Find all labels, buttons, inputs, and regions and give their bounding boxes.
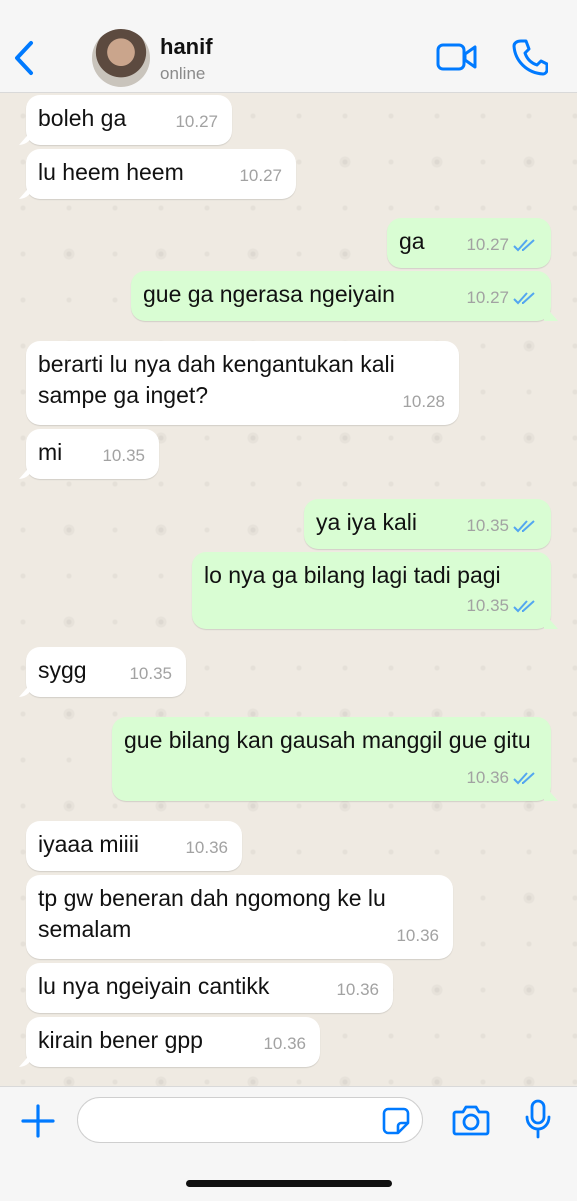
message-outgoing[interactable]: gue bilang kan gausah manggil gue gitu 1… bbox=[112, 717, 551, 801]
double-check-icon bbox=[513, 238, 535, 251]
message-outgoing[interactable]: gue ga ngerasa ngeiyain 10.27 bbox=[131, 271, 551, 321]
double-check-icon bbox=[513, 771, 535, 784]
camera-icon bbox=[452, 1105, 490, 1136]
message-time: 10.35 bbox=[466, 510, 537, 541]
time-label: 10.36 bbox=[396, 926, 439, 945]
message-outgoing[interactable]: ga 10.27 bbox=[387, 218, 551, 268]
microphone-button[interactable] bbox=[524, 1099, 552, 1139]
time-label: 10.35 bbox=[102, 446, 145, 465]
message-text: boleh ga bbox=[38, 105, 127, 131]
avatar[interactable] bbox=[92, 29, 150, 87]
message-text: ya iya kali bbox=[316, 509, 417, 535]
double-check-icon bbox=[513, 519, 535, 532]
message-time: 10.36 bbox=[263, 1028, 306, 1059]
message-incoming[interactable]: sygg 10.35 bbox=[26, 647, 186, 697]
message-time: 10.27 bbox=[175, 106, 218, 137]
message-time: 10.35 bbox=[129, 658, 172, 689]
time-label: 10.27 bbox=[466, 235, 509, 254]
message-text: kirain bener gpp bbox=[38, 1027, 203, 1053]
attach-button[interactable] bbox=[20, 1103, 56, 1139]
message-incoming[interactable]: berarti lu nya dah kengantukan kali samp… bbox=[26, 341, 459, 425]
message-text: lu heem heem bbox=[38, 159, 184, 185]
contact-name[interactable]: hanif bbox=[160, 34, 213, 60]
time-label: 10.35 bbox=[466, 516, 509, 535]
time-label: 10.36 bbox=[263, 1034, 306, 1053]
time-label: 10.35 bbox=[129, 664, 172, 683]
message-text: sygg bbox=[38, 657, 87, 683]
message-time: 10.28 bbox=[402, 386, 445, 417]
message-text: iyaaa miiii bbox=[38, 831, 139, 857]
message-incoming[interactable]: kirain bener gpp 10.36 bbox=[26, 1017, 320, 1067]
message-time: 10.27 bbox=[239, 160, 282, 191]
message-input[interactable] bbox=[77, 1097, 423, 1143]
sticker-button[interactable] bbox=[382, 1107, 410, 1135]
home-indicator bbox=[186, 1180, 392, 1187]
sticker-icon bbox=[382, 1107, 410, 1135]
contact-status: online bbox=[160, 64, 206, 83]
message-time: 10.35 bbox=[102, 440, 145, 471]
message-incoming[interactable]: lu heem heem 10.27 bbox=[26, 149, 296, 199]
message-text: ga bbox=[399, 228, 425, 254]
time-label: 10.36 bbox=[185, 838, 228, 857]
message-outgoing[interactable]: ya iya kali 10.35 bbox=[304, 499, 551, 549]
time-label: 10.28 bbox=[402, 392, 445, 411]
double-check-icon bbox=[513, 599, 535, 612]
chevron-left-icon bbox=[15, 41, 33, 75]
message-time: 10.36 bbox=[396, 920, 439, 951]
message-time: 10.27 bbox=[466, 229, 537, 260]
message-text: gue bilang kan gausah manggil gue gitu bbox=[124, 727, 531, 753]
message-time: 10.36 bbox=[336, 974, 379, 1005]
time-label: 10.35 bbox=[466, 596, 509, 615]
message-time: 10.27 bbox=[466, 282, 537, 313]
time-label: 10.27 bbox=[175, 112, 218, 131]
message-incoming[interactable]: mi 10.35 bbox=[26, 429, 159, 479]
time-label: 10.36 bbox=[336, 980, 379, 999]
message-text: berarti lu nya dah kengantukan kali samp… bbox=[38, 351, 395, 408]
camera-button[interactable] bbox=[452, 1103, 490, 1137]
message-time: 10.36 bbox=[185, 832, 228, 863]
message-text: tp gw beneran dah ngomong ke lu semalam bbox=[38, 885, 386, 942]
plus-icon bbox=[21, 1104, 55, 1138]
message-incoming[interactable]: tp gw beneran dah ngomong ke lu semalam … bbox=[26, 875, 453, 959]
message-outgoing[interactable]: lo nya ga bilang lagi tadi pagi 10.35 bbox=[192, 552, 551, 629]
time-label: 10.27 bbox=[239, 166, 282, 185]
message-time: 10.36 bbox=[466, 762, 537, 793]
time-label: 10.36 bbox=[466, 768, 509, 787]
message-incoming[interactable]: boleh ga 10.27 bbox=[26, 95, 232, 145]
message-text: mi bbox=[38, 439, 63, 465]
message-list[interactable]: boleh ga 10.27 lu heem heem 10.27 ga 10.… bbox=[0, 93, 577, 1086]
back-button[interactable] bbox=[10, 38, 38, 78]
message-text: lu nya ngeiyain cantikk bbox=[38, 973, 270, 999]
video-call-button[interactable] bbox=[436, 40, 478, 74]
voice-call-button[interactable] bbox=[512, 38, 549, 76]
phone-icon bbox=[512, 39, 549, 76]
message-incoming[interactable]: lu nya ngeiyain cantikk 10.36 bbox=[26, 963, 393, 1013]
video-camera-icon bbox=[436, 43, 477, 71]
time-label: 10.27 bbox=[466, 288, 509, 307]
message-time: 10.35 bbox=[466, 590, 537, 621]
message-incoming[interactable]: iyaaa miiii 10.36 bbox=[26, 821, 242, 871]
microphone-icon bbox=[525, 1099, 551, 1139]
chat-header: hanif online bbox=[0, 0, 577, 93]
message-text: lo nya ga bilang lagi tadi pagi bbox=[204, 562, 501, 588]
double-check-icon bbox=[513, 291, 535, 304]
message-text: gue ga ngerasa ngeiyain bbox=[143, 281, 395, 307]
